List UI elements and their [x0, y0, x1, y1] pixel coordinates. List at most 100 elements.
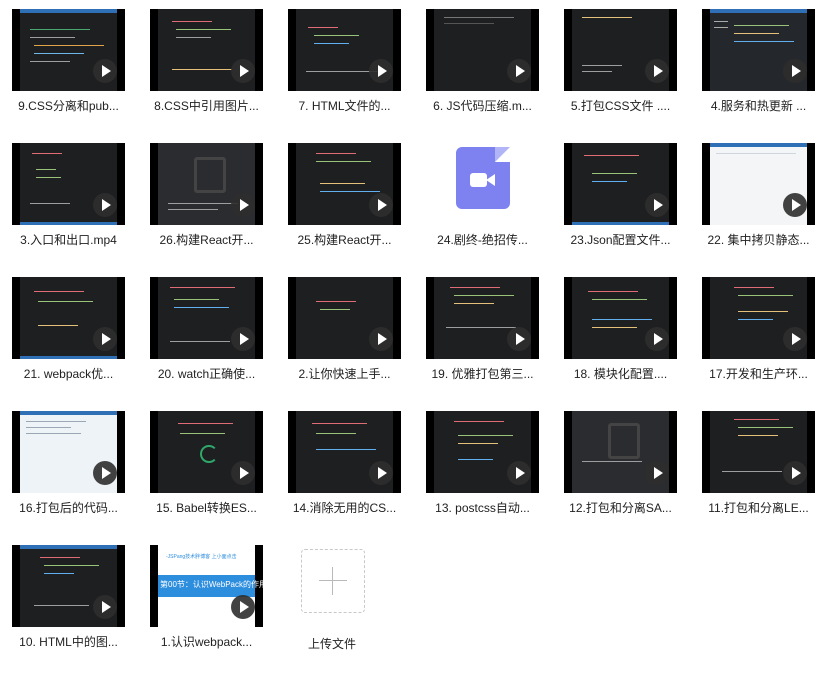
- file-name[interactable]: 10. HTML中的图...: [12, 633, 125, 650]
- file-name[interactable]: 11.打包和分离LE...: [702, 499, 815, 516]
- play-icon[interactable]: [507, 461, 531, 485]
- video-tile[interactable]: 17.开发和生产环...: [702, 277, 815, 395]
- video-thumbnail: -JSPang技术胖博客 上小面点击第00节：认识WebPack的作用: [150, 545, 263, 627]
- banner-caption: -JSPang技术胖博客 上小面点击: [166, 554, 237, 560]
- video-tile[interactable]: 16.打包后的代码...: [12, 411, 125, 529]
- video-tile[interactable]: 19. 优雅打包第三...: [426, 277, 539, 395]
- file-name[interactable]: 13. postcss自动...: [426, 499, 539, 516]
- file-name[interactable]: 1.认识webpack...: [150, 633, 263, 650]
- play-icon[interactable]: [93, 595, 117, 619]
- video-thumbnail: [12, 9, 125, 91]
- video-thumbnail: [150, 411, 263, 493]
- video-tile[interactable]: 12.打包和分离SA...: [564, 411, 677, 529]
- video-tile[interactable]: -JSPang技术胖博客 上小面点击第00节：认识WebPack的作用 1.认识…: [150, 545, 263, 663]
- play-icon[interactable]: [645, 327, 669, 351]
- file-name[interactable]: 14.消除无用的CS...: [288, 499, 401, 516]
- file-name[interactable]: 20. watch正确使...: [150, 365, 263, 382]
- video-tile[interactable]: 21. webpack优...: [12, 277, 125, 395]
- file-name[interactable]: 22. 集中拷贝静态...: [702, 231, 815, 248]
- video-thumbnail: [150, 277, 263, 359]
- file-row: 16.打包后的代码... 15. Babel转换ES... 14.消除无用的CS…: [12, 411, 818, 545]
- video-tile[interactable]: 13. postcss自动...: [426, 411, 539, 529]
- play-icon[interactable]: [231, 595, 255, 619]
- video-tile[interactable]: 4.服务和热更新 ...: [702, 9, 815, 127]
- play-icon[interactable]: [93, 193, 117, 217]
- play-icon[interactable]: [783, 461, 807, 485]
- play-icon[interactable]: [231, 59, 255, 83]
- video-tile[interactable]: 18. 模块化配置....: [564, 277, 677, 395]
- video-thumbnail: [702, 143, 815, 225]
- play-icon[interactable]: [93, 461, 117, 485]
- upload-button[interactable]: [301, 549, 365, 613]
- file-row: 21. webpack优... 20. watch正确使... 2.让你快速上手…: [12, 277, 818, 411]
- video-file-icon: [426, 143, 539, 225]
- file-name[interactable]: 6. JS代码压缩.m...: [426, 97, 539, 114]
- video-thumbnail: [12, 411, 125, 493]
- video-tile[interactable]: 15. Babel转换ES...: [150, 411, 263, 529]
- video-tile[interactable]: 9.CSS分离和pub...: [12, 9, 125, 127]
- video-tile[interactable]: 25.构建React开...: [288, 143, 401, 261]
- play-icon[interactable]: [783, 193, 807, 217]
- video-thumbnail: [564, 277, 677, 359]
- video-thumbnail: [564, 9, 677, 91]
- play-icon[interactable]: [231, 461, 255, 485]
- video-tile[interactable]: 10. HTML中的图...: [12, 545, 125, 663]
- file-name[interactable]: 18. 模块化配置....: [564, 365, 677, 382]
- video-tile[interactable]: 6. JS代码压缩.m...: [426, 9, 539, 127]
- play-icon[interactable]: [645, 461, 669, 485]
- video-tile[interactable]: 8.CSS中引用图片...: [150, 9, 263, 127]
- play-icon[interactable]: [645, 59, 669, 83]
- video-thumbnail: [12, 545, 125, 627]
- file-name[interactable]: 9.CSS分离和pub...: [12, 97, 125, 114]
- file-name[interactable]: 23.Json配置文件...: [564, 231, 677, 248]
- video-thumbnail: [288, 143, 401, 225]
- play-icon[interactable]: [369, 327, 393, 351]
- play-icon[interactable]: [507, 59, 531, 83]
- file-name[interactable]: 19. 优雅打包第三...: [426, 365, 539, 382]
- play-icon[interactable]: [93, 59, 117, 83]
- file-row: 9.CSS分离和pub... 8.CSS中引用图片... 7. HTML文件的.…: [12, 9, 818, 143]
- video-tile[interactable]: 3.入口和出口.mp4: [12, 143, 125, 261]
- file-name[interactable]: 8.CSS中引用图片...: [150, 97, 263, 114]
- play-icon[interactable]: [783, 327, 807, 351]
- video-tile[interactable]: 22. 集中拷贝静态...: [702, 143, 815, 261]
- play-icon[interactable]: [507, 327, 531, 351]
- file-name[interactable]: 16.打包后的代码...: [12, 499, 125, 516]
- video-thumbnail: [288, 277, 401, 359]
- video-tile[interactable]: 7. HTML文件的...: [288, 9, 401, 127]
- video-tile[interactable]: 5.打包CSS文件 ....: [564, 9, 677, 127]
- plus-icon: [319, 580, 347, 581]
- video-tile[interactable]: 20. watch正确使...: [150, 277, 263, 395]
- file-name[interactable]: 7. HTML文件的...: [288, 97, 401, 114]
- video-thumbnail: [702, 9, 815, 91]
- file-name[interactable]: 26.构建React开...: [150, 231, 263, 248]
- play-icon[interactable]: [369, 193, 393, 217]
- file-name[interactable]: 3.入口和出口.mp4: [12, 231, 125, 248]
- file-grid: 9.CSS分离和pub... 8.CSS中引用图片... 7. HTML文件的.…: [12, 9, 818, 679]
- play-icon[interactable]: [369, 59, 393, 83]
- file-name[interactable]: 21. webpack优...: [12, 365, 125, 382]
- play-icon[interactable]: [783, 59, 807, 83]
- play-icon[interactable]: [93, 327, 117, 351]
- video-tile[interactable]: 26.构建React开...: [150, 143, 263, 261]
- play-icon[interactable]: [645, 193, 669, 217]
- play-icon[interactable]: [369, 461, 393, 485]
- play-icon[interactable]: [231, 193, 255, 217]
- file-name[interactable]: 17.开发和生产环...: [702, 365, 815, 382]
- video-tile[interactable]: 24.剧终-绝招传...: [426, 143, 539, 261]
- file-name[interactable]: 15. Babel转换ES...: [150, 499, 263, 516]
- banner-title: 第00节：认识WebPack的作用: [160, 580, 263, 589]
- video-thumbnail: [564, 411, 677, 493]
- file-name[interactable]: 25.构建React开...: [288, 231, 401, 248]
- file-name[interactable]: 12.打包和分离SA...: [564, 499, 677, 516]
- play-icon[interactable]: [231, 327, 255, 351]
- file-name[interactable]: 5.打包CSS文件 ....: [564, 97, 677, 114]
- video-tile[interactable]: 2.让你快速上手...: [288, 277, 401, 395]
- video-tile[interactable]: 11.打包和分离LE...: [702, 411, 815, 529]
- video-tile[interactable]: 23.Json配置文件...: [564, 143, 677, 261]
- file-name[interactable]: 24.剧终-绝招传...: [426, 231, 539, 248]
- upload-label[interactable]: 上传文件: [288, 635, 376, 652]
- file-name[interactable]: 4.服务和热更新 ...: [702, 97, 815, 114]
- file-name[interactable]: 2.让你快速上手...: [288, 365, 401, 382]
- video-tile[interactable]: 14.消除无用的CS...: [288, 411, 401, 529]
